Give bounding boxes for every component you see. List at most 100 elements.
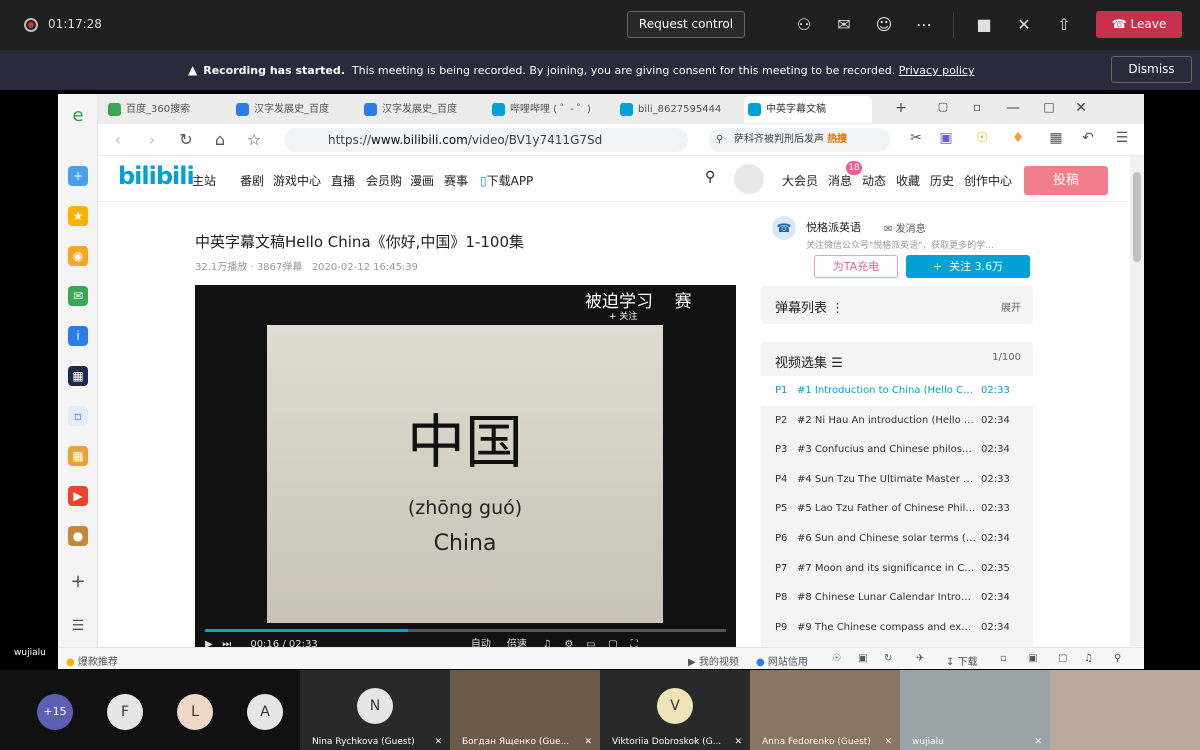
upload-button[interactable]: 投稿 <box>1024 166 1108 195</box>
participants-icon[interactable]: ⚇ <box>793 14 815 36</box>
user-avatar[interactable] <box>734 164 764 194</box>
participant-avatar-f[interactable]: F <box>107 694 143 730</box>
tab-bili-user[interactable]: bili_8627595444 <box>616 96 736 123</box>
site-trust-button[interactable]: ● 网站信用 <box>756 653 808 668</box>
participant-avatar-a[interactable]: A <box>247 694 283 730</box>
charge-button[interactable]: 为TA充电 <box>814 255 898 278</box>
tab-current-video[interactable]: 中英字幕文稿 <box>744 96 872 123</box>
apps-grid-icon[interactable]: ▦ <box>1046 130 1066 146</box>
participant-tile[interactable]: wujialu ✕ <box>900 670 1050 750</box>
camera-icon[interactable]: ■ <box>973 14 995 36</box>
more-icon[interactable]: ⋯ <box>913 14 935 36</box>
mail-icon[interactable]: ✉ <box>68 286 88 306</box>
episode-item[interactable]: P9 #9 The Chinese compass and explore... 0… <box>761 613 1033 643</box>
tab-hanzi-history-1[interactable]: 汉字发展史_百度 <box>232 96 352 123</box>
episode-item[interactable]: P2 #2 Ni Hau An introduction (Hello China… <box>761 406 1033 436</box>
participant-tile[interactable]: Anna Fedorenko (Guest) ✕ <box>750 670 900 750</box>
app-icon[interactable]: i <box>68 326 88 346</box>
sync-icon[interactable]: ↻ <box>884 653 892 664</box>
send-message-link[interactable]: ✉ 发消息 <box>884 220 926 235</box>
nav-esports[interactable]: 赛事 <box>444 172 468 189</box>
nav-manga[interactable]: 漫画 <box>410 172 434 189</box>
mic-muted-icon[interactable]: ✕ <box>1013 14 1035 36</box>
privacy-policy-link[interactable]: Privacy policy <box>899 64 975 77</box>
dismiss-button[interactable]: Dismiss <box>1111 56 1192 83</box>
nav-game-center[interactable]: 游戏中心 <box>273 172 321 189</box>
game-controller-icon[interactable]: ♦ <box>1008 130 1028 146</box>
nav-history[interactable]: 历史 <box>930 172 954 189</box>
reload-icon[interactable]: ↻ <box>176 130 196 149</box>
tab-bilibili-home[interactable]: 哔哩哔哩 ( ゜- ゜) <box>488 96 608 123</box>
player-follow-button[interactable]: + 关注 <box>609 309 637 322</box>
scissors-icon[interactable]: ✂ <box>906 130 926 146</box>
nav-messages[interactable]: 消息 <box>828 172 852 189</box>
shield-icon[interactable]: ☉ <box>972 130 992 146</box>
nav-dynamics[interactable]: 动态 <box>862 172 886 189</box>
eye-icon[interactable]: ◉ <box>68 246 88 266</box>
participant-tile[interactable]: V Viktoriia Dobroskok (G... ✕ <box>600 670 750 750</box>
episode-item[interactable]: P1 #1 Introduction to China (Hello Chi...… <box>761 376 1033 406</box>
episode-item[interactable]: P5 #5 Lao Tzu Father of Chinese Philoso..… <box>761 494 1033 524</box>
bookmark-star-icon[interactable]: ☆ <box>244 130 264 149</box>
header-search-icon[interactable]: ⚲ <box>705 169 715 185</box>
video-player[interactable]: 被迫学习 赛 + 关注 中国 (zhōng guó) China ▶ ⏭ 00:… <box>195 285 736 650</box>
share-screen-icon[interactable]: ⇧ <box>1053 14 1075 36</box>
progress-bar[interactable] <box>205 629 726 632</box>
participant-tile[interactable]: Богдан Ященко (Gue... ✕ <box>450 670 600 750</box>
bilibili-logo[interactable]: bilibili <box>118 162 195 190</box>
page-scrollbar[interactable] <box>1130 156 1144 646</box>
browser-logo-icon[interactable]: e <box>68 106 88 126</box>
status-icon-2[interactable]: ▣ <box>1028 653 1037 664</box>
tab-list-icon[interactable]: ▢ <box>934 100 952 113</box>
doc-icon[interactable]: ▫ <box>68 406 88 426</box>
leave-button[interactable]: ☎ Leave <box>1096 11 1182 38</box>
episode-item[interactable]: P7 #7 Moon and its significance in Chine.… <box>761 554 1033 584</box>
close-window-icon[interactable]: ✕ <box>1072 100 1090 116</box>
danmaku-expand-button[interactable]: 展开 <box>1001 299 1021 314</box>
extension-icon[interactable]: ▣ <box>936 130 956 146</box>
new-tab-icon[interactable]: + <box>892 100 910 116</box>
chat-icon[interactable]: ✉ <box>833 14 855 36</box>
back-icon[interactable]: ‹ <box>108 130 128 149</box>
episode-item[interactable]: P3 #3 Confucius and Chinese philosophy...… <box>761 435 1033 465</box>
nav-anime[interactable]: 番剧 <box>240 172 264 189</box>
video-app-icon[interactable]: ▶ <box>68 486 88 506</box>
hot-recommend[interactable]: ● 爆款推荐 <box>66 653 118 668</box>
episode-item[interactable]: P4 #4 Sun Tzu The Ultimate Master of W...… <box>761 465 1033 495</box>
nav-favorites[interactable]: 收藏 <box>896 172 920 189</box>
uploader-avatar[interactable]: ☎ <box>772 216 796 240</box>
participant-avatar-l[interactable]: L <box>177 694 213 730</box>
status-icon-1[interactable]: ▫ <box>1000 653 1007 664</box>
news-icon[interactable]: ▦ <box>68 366 88 386</box>
screenshot-icon[interactable]: ▣ <box>858 653 867 664</box>
game-icon[interactable]: ▦ <box>68 446 88 466</box>
tab-hanzi-history-2[interactable]: 汉字发展史_百度 <box>360 96 480 123</box>
danmaku-panel[interactable]: 弹幕列表 ⋮ 展开 <box>761 286 1033 324</box>
tab-baidu-search[interactable]: 百度_360搜索 <box>104 96 224 123</box>
follow-button[interactable]: + 关注 3.6万 <box>906 255 1030 278</box>
zoom-icon[interactable]: ⚲ <box>1114 653 1121 664</box>
sound-icon[interactable]: ♫ <box>1084 653 1093 664</box>
nav-main-site[interactable]: 主站 <box>192 172 216 189</box>
app-extra-icon[interactable]: ● <box>68 526 88 546</box>
nav-vip[interactable]: 大会员 <box>782 172 818 189</box>
my-video-button[interactable]: ▶ 我的视频 <box>688 653 739 668</box>
status-icon-3[interactable]: ▢ <box>1058 653 1067 664</box>
minimize-icon[interactable]: — <box>1004 100 1022 116</box>
shield-status-icon[interactable]: ☉ <box>832 653 841 664</box>
nav-live[interactable]: 直播 <box>331 172 355 189</box>
episode-item[interactable]: P6 #6 Sun and Chinese solar terms (Hell..… <box>761 524 1033 554</box>
participant-tile[interactable] <box>1050 670 1200 750</box>
nav-download-app[interactable]: ▯下载APP <box>480 172 533 189</box>
clean-icon[interactable]: ✈ <box>916 653 924 664</box>
search-input[interactable]: ⚲ 萨科齐被判刑后发声 热搜 <box>708 128 890 152</box>
episode-item[interactable]: P8 #8 Chinese Lunar Calendar Introducti..… <box>761 583 1033 613</box>
skin-icon[interactable]: ▫ <box>968 100 986 114</box>
sidebar-app-icon[interactable]: + <box>68 166 88 186</box>
undo-icon[interactable]: ↶ <box>1078 130 1098 146</box>
forward-icon[interactable]: › <box>142 130 162 149</box>
nav-mall[interactable]: 会员购 <box>366 172 402 189</box>
browser-menu-icon[interactable]: ☰ <box>1112 130 1132 146</box>
participant-tile[interactable]: N Nina Rychkova (Guest) ✕ <box>300 670 450 750</box>
address-bar[interactable]: https://www.bilibili.com/video/BV1y7411G… <box>284 128 688 152</box>
